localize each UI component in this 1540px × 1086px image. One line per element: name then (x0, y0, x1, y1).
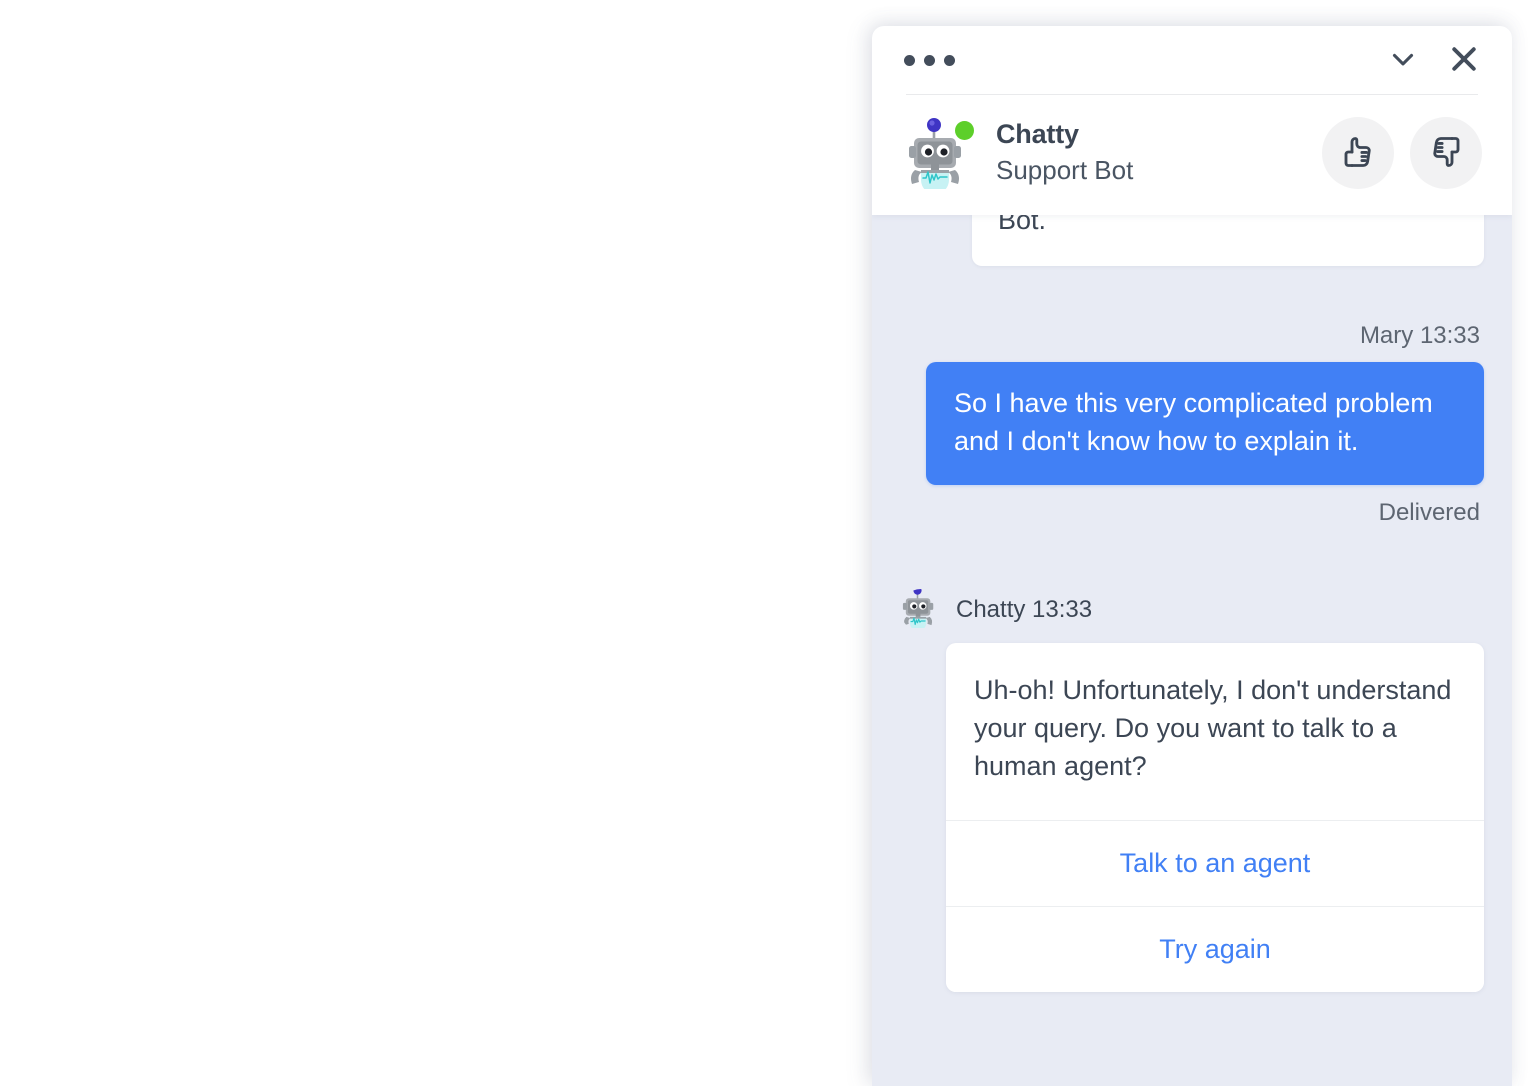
header-controls (1386, 41, 1482, 80)
close-icon (1446, 41, 1482, 80)
message-bubble-outgoing: So I have this very complicated problem … (926, 362, 1484, 485)
profile-text: Chatty Support Bot (996, 118, 1133, 189)
thumbs-up-button[interactable] (1322, 117, 1394, 189)
avatar (904, 117, 976, 189)
message-meta: Mary 13:33 (1359, 322, 1480, 350)
message-card-incoming: Uh-oh! Unfortunately, I don't understand… (946, 642, 1484, 992)
minimize-button[interactable] (1386, 42, 1420, 79)
message-delivery-status: Delivered (1378, 498, 1480, 526)
robot-avatar-icon (900, 588, 942, 631)
message-sender-row: Chatty 13:33 (900, 588, 1484, 631)
thumbs-up-icon (1340, 134, 1376, 173)
close-button[interactable] (1446, 41, 1482, 80)
try-again-button[interactable]: Try again (946, 905, 1484, 992)
menu-dot (904, 54, 915, 66)
rating-buttons (1322, 117, 1482, 189)
menu-dot (924, 54, 935, 66)
message-meta: Chatty 13:33 (956, 595, 1093, 623)
menu-dot (944, 54, 955, 66)
message-text: Uh-oh! Unfortunately, I don't understand… (974, 674, 1452, 782)
message-text: Bot. (998, 215, 1047, 235)
status-online-indicator (955, 121, 974, 140)
thumbs-down-button[interactable] (1410, 117, 1482, 189)
talk-to-agent-button[interactable]: Talk to an agent (946, 819, 1484, 906)
chat-widget: Chatty Support Bot Bot. Mary 13:33 So I … (872, 26, 1512, 1086)
message-bubble-previous: Bot. (972, 215, 1484, 267)
bot-name: Chatty (996, 118, 1079, 149)
chevron-down-icon (1386, 42, 1420, 79)
widget-header: Chatty Support Bot (872, 26, 1512, 215)
message-list[interactable]: Bot. Mary 13:33 So I have this very comp… (872, 215, 1512, 1086)
header-topbar (872, 26, 1512, 94)
message-incoming: Chatty 13:33 Uh-oh! Unfortunately, I don… (900, 588, 1484, 992)
message-outgoing: Mary 13:33 So I have this very complicat… (900, 322, 1484, 527)
avatar (900, 588, 942, 631)
header-profile: Chatty Support Bot (872, 95, 1512, 215)
bot-role: Support Bot (996, 155, 1134, 186)
more-horizontal-icon[interactable] (904, 54, 955, 66)
thumbs-down-icon (1428, 134, 1464, 173)
